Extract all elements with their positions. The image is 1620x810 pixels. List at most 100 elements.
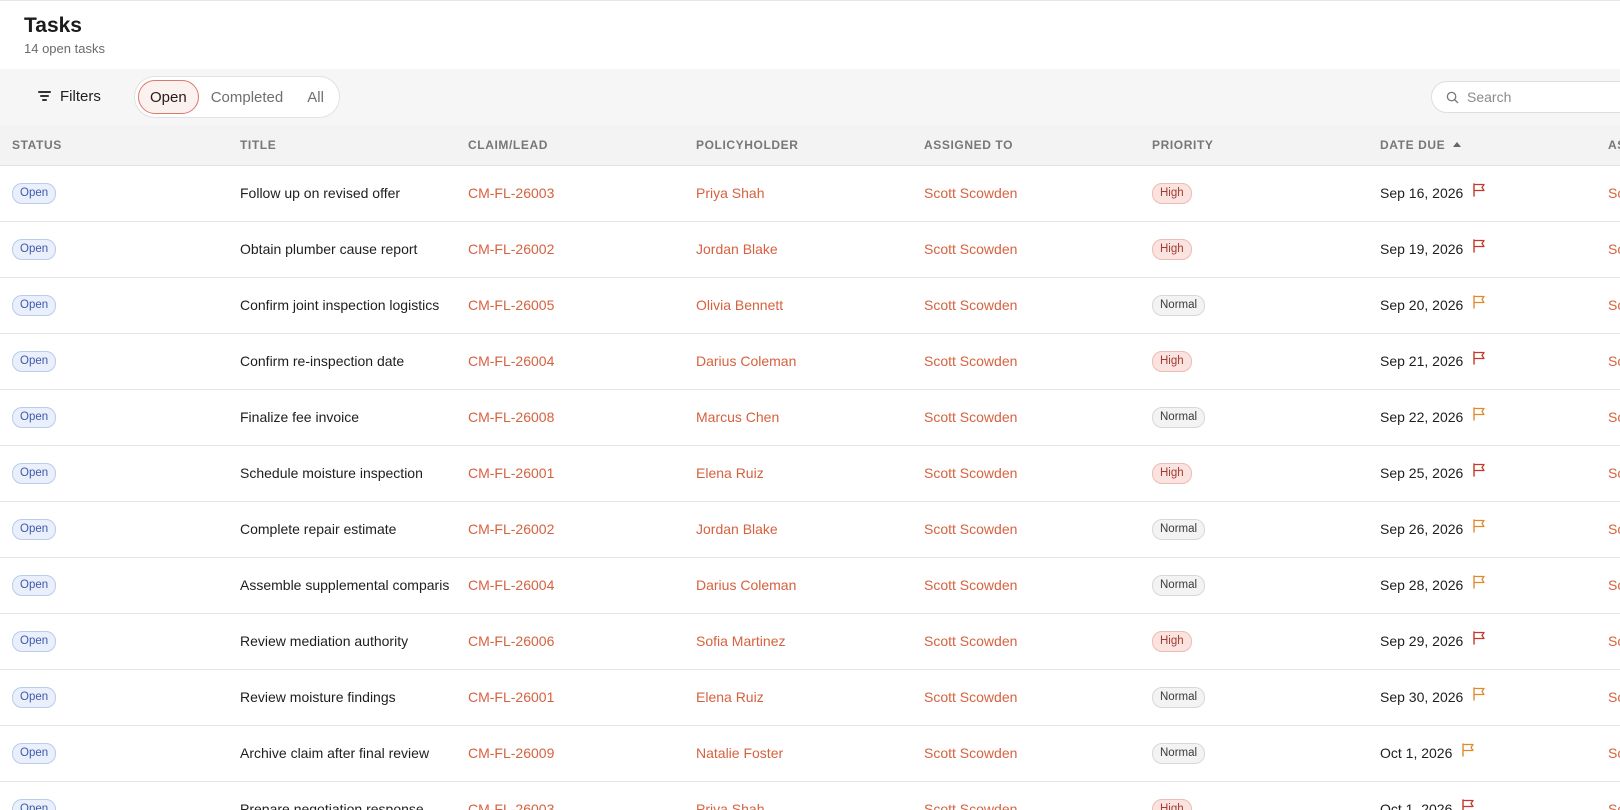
flag-icon[interactable] [1471, 238, 1487, 254]
table-row[interactable]: Open Assemble supplemental comparis CM-FL-… [0, 557, 1620, 613]
assignee-link[interactable]: Scott Scowden [924, 725, 1152, 781]
flag-icon[interactable] [1471, 294, 1487, 310]
flag-icon[interactable] [1471, 574, 1487, 590]
policyholder-link[interactable]: Sofia Martinez [696, 613, 924, 669]
column-header-title[interactable]: TITLE [240, 125, 468, 166]
task-title[interactable]: Finalize fee invoice [240, 389, 468, 445]
claim-link[interactable]: CM-FL-26009 [468, 725, 696, 781]
column-header-date-due[interactable]: DATE DUE [1380, 125, 1608, 166]
policyholder-link[interactable]: Marcus Chen [696, 389, 924, 445]
table-row[interactable]: Open Schedule moisture inspection CM-FL-26… [0, 445, 1620, 501]
policyholder-link[interactable]: Priya Shah [696, 165, 924, 221]
assignee-link[interactable]: Scott Scowden [924, 333, 1152, 389]
table-row[interactable]: Open Obtain plumber cause report CM-FL-260… [0, 221, 1620, 277]
table-row[interactable]: Open Review mediation authority CM-FL-2600… [0, 613, 1620, 669]
search-box[interactable] [1431, 81, 1620, 113]
overflow-cell[interactable]: Sc [1608, 613, 1620, 669]
assignee-link[interactable]: Scott Scowden [924, 277, 1152, 333]
table-row[interactable]: Open Confirm joint inspection logistics CM… [0, 277, 1620, 333]
policyholder-link[interactable]: Priya Shah [696, 781, 924, 810]
policyholder-link[interactable]: Darius Coleman [696, 557, 924, 613]
policyholder-link[interactable]: Jordan Blake [696, 501, 924, 557]
task-title[interactable]: Review mediation authority [240, 613, 468, 669]
table-row[interactable]: Open Complete repair estimate CM-FL-26002 J… [0, 501, 1620, 557]
column-header-policyholder[interactable]: POLICYHOLDER [696, 125, 924, 166]
overflow-cell[interactable]: Sc [1608, 501, 1620, 557]
claim-link[interactable]: CM-FL-26005 [468, 277, 696, 333]
overflow-cell[interactable]: Sc [1608, 389, 1620, 445]
policyholder-link[interactable]: Elena Ruiz [696, 669, 924, 725]
overflow-cell[interactable]: Sc [1608, 445, 1620, 501]
status-cell: Open [0, 221, 240, 277]
tab-completed[interactable]: Completed [199, 80, 296, 114]
assignee-link[interactable]: Scott Scowden [924, 445, 1152, 501]
claim-link[interactable]: CM-FL-26003 [468, 781, 696, 810]
overflow-cell[interactable]: Sc [1608, 221, 1620, 277]
column-header-assigned[interactable]: ASSIGNED TO [924, 125, 1152, 166]
overflow-cell[interactable]: Sc [1608, 277, 1620, 333]
flag-icon[interactable] [1460, 742, 1476, 758]
overflow-cell[interactable]: Sc [1608, 165, 1620, 221]
flag-icon[interactable] [1471, 182, 1487, 198]
table-row[interactable]: Open Follow up on revised offer CM-FL-2600… [0, 165, 1620, 221]
flag-icon[interactable] [1471, 462, 1487, 478]
assignee-link[interactable]: Scott Scowden [924, 501, 1152, 557]
table-row[interactable]: Open Prepare negotiation response CM-FL-26… [0, 781, 1620, 810]
assignee-link[interactable]: Scott Scowden [924, 221, 1152, 277]
table-row[interactable]: Open Finalize fee invoice CM-FL-26008 Marcu… [0, 389, 1620, 445]
flag-icon[interactable] [1460, 798, 1476, 810]
claim-link[interactable]: CM-FL-26003 [468, 165, 696, 221]
task-title[interactable]: Confirm joint inspection logistics [240, 277, 468, 333]
task-title[interactable]: Confirm re-inspection date [240, 333, 468, 389]
claim-link[interactable]: CM-FL-26002 [468, 221, 696, 277]
policyholder-link[interactable]: Elena Ruiz [696, 445, 924, 501]
task-title[interactable]: Complete repair estimate [240, 501, 468, 557]
claim-link[interactable]: CM-FL-26001 [468, 669, 696, 725]
assignee-link[interactable]: Scott Scowden [924, 613, 1152, 669]
claim-link[interactable]: CM-FL-26001 [468, 445, 696, 501]
table-row[interactable]: Open Archive claim after final review CM-F… [0, 725, 1620, 781]
claim-link[interactable]: CM-FL-26004 [468, 557, 696, 613]
flag-icon[interactable] [1471, 630, 1487, 646]
overflow-cell[interactable]: Sc [1608, 557, 1620, 613]
assignee-link[interactable]: Scott Scowden [924, 165, 1152, 221]
column-header-overflow[interactable]: AS [1608, 125, 1620, 166]
claim-link[interactable]: CM-FL-26002 [468, 501, 696, 557]
assignee-link[interactable]: Scott Scowden [924, 781, 1152, 810]
overflow-cell[interactable]: Sc [1608, 781, 1620, 810]
policyholder-link[interactable]: Darius Coleman [696, 333, 924, 389]
tab-open[interactable]: Open [138, 80, 199, 114]
policyholder-link[interactable]: Jordan Blake [696, 221, 924, 277]
task-title[interactable]: Prepare negotiation response [240, 781, 468, 810]
flag-icon[interactable] [1471, 350, 1487, 366]
due-date: Oct 1, 2026 [1380, 801, 1453, 810]
task-title[interactable]: Assemble supplemental comparis [240, 557, 468, 613]
column-header-priority[interactable]: PRIORITY [1152, 125, 1380, 166]
claim-link[interactable]: CM-FL-26004 [468, 333, 696, 389]
overflow-cell[interactable]: Sc [1608, 725, 1620, 781]
overflow-cell[interactable]: Sc [1608, 669, 1620, 725]
task-title[interactable]: Obtain plumber cause report [240, 221, 468, 277]
task-title[interactable]: Follow up on revised offer [240, 165, 468, 221]
assignee-link[interactable]: Scott Scowden [924, 557, 1152, 613]
column-header-claim[interactable]: CLAIM/LEAD [468, 125, 696, 166]
column-header-status[interactable]: STATUS [0, 125, 240, 166]
overflow-cell[interactable]: Sc [1608, 333, 1620, 389]
flag-icon[interactable] [1471, 406, 1487, 422]
claim-link[interactable]: CM-FL-26008 [468, 389, 696, 445]
flag-icon[interactable] [1471, 686, 1487, 702]
assignee-link[interactable]: Scott Scowden [924, 389, 1152, 445]
task-title[interactable]: Archive claim after final review [240, 725, 468, 781]
table-row[interactable]: Open Review moisture findings CM-FL-26001 E… [0, 669, 1620, 725]
task-title[interactable]: Review moisture findings [240, 669, 468, 725]
tab-all[interactable]: All [295, 80, 336, 114]
table-row[interactable]: Open Confirm re-inspection date CM-FL-2600… [0, 333, 1620, 389]
policyholder-link[interactable]: Natalie Foster [696, 725, 924, 781]
flag-icon[interactable] [1471, 518, 1487, 534]
task-title[interactable]: Schedule moisture inspection [240, 445, 468, 501]
claim-link[interactable]: CM-FL-26006 [468, 613, 696, 669]
search-input[interactable] [1467, 89, 1617, 105]
filters-button[interactable]: Filters [26, 79, 113, 113]
policyholder-link[interactable]: Olivia Bennett [696, 277, 924, 333]
assignee-link[interactable]: Scott Scowden [924, 669, 1152, 725]
